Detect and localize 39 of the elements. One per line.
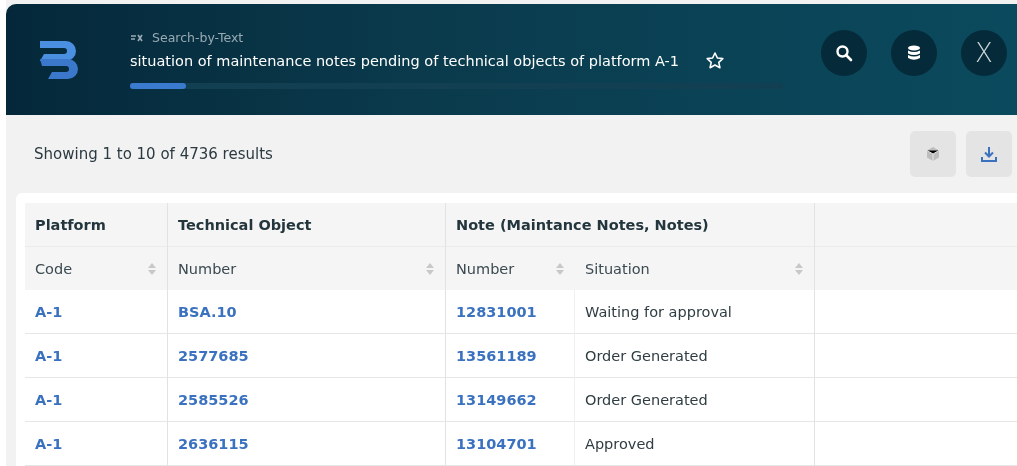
results-summary: Showing 1 to 10 of 4736 results [34,145,273,164]
group-header: Platform [25,203,168,246]
table-link[interactable]: 13104701 [456,435,537,452]
tools-icon [130,32,144,43]
table-link[interactable]: 12831001 [456,303,537,320]
table-cell: Order Generated [585,391,708,408]
breadcrumb: Search-by-Text [152,30,244,46]
table-link[interactable]: 13149662 [456,391,537,408]
column-header[interactable]: Number [168,246,446,290]
table-cell: Waiting for approval [585,303,732,320]
close-button[interactable]: X [961,29,1007,76]
cube-icon [924,145,942,164]
table-link[interactable]: BSA.10 [178,303,237,320]
table-link[interactable]: 2585526 [178,391,249,408]
table-cell: Approved [585,435,655,452]
database-button[interactable] [891,29,937,76]
table-link[interactable]: A-1 [35,435,63,452]
column-header[interactable]: Number [446,246,575,290]
column-header[interactable]: Code [25,246,168,290]
sort-icon[interactable] [794,261,804,276]
search-icon [835,43,853,62]
table-link[interactable]: 2577685 [178,347,249,364]
table-link[interactable]: A-1 [35,391,63,408]
search-button[interactable] [821,29,867,76]
table-link[interactable]: A-1 [35,347,63,364]
group-header: Note (Maintance Notes, Notes) [446,203,815,246]
download-icon [980,145,998,164]
group-header: Technical Object [168,203,446,246]
table-cell: Order Generated [585,347,708,364]
table-link[interactable]: 13561189 [456,347,537,364]
table-link[interactable]: 2636115 [178,435,249,452]
column-header[interactable]: Situation [575,246,815,290]
table-link[interactable]: A-1 [35,303,63,320]
download-button[interactable] [966,131,1012,178]
database-icon [905,43,923,62]
sort-icon[interactable] [147,261,157,276]
sort-icon[interactable] [555,261,565,276]
query-text: situation of maintenance notes pending of technical objects of platform A-1 [130,53,680,70]
sort-icon[interactable] [425,261,435,276]
